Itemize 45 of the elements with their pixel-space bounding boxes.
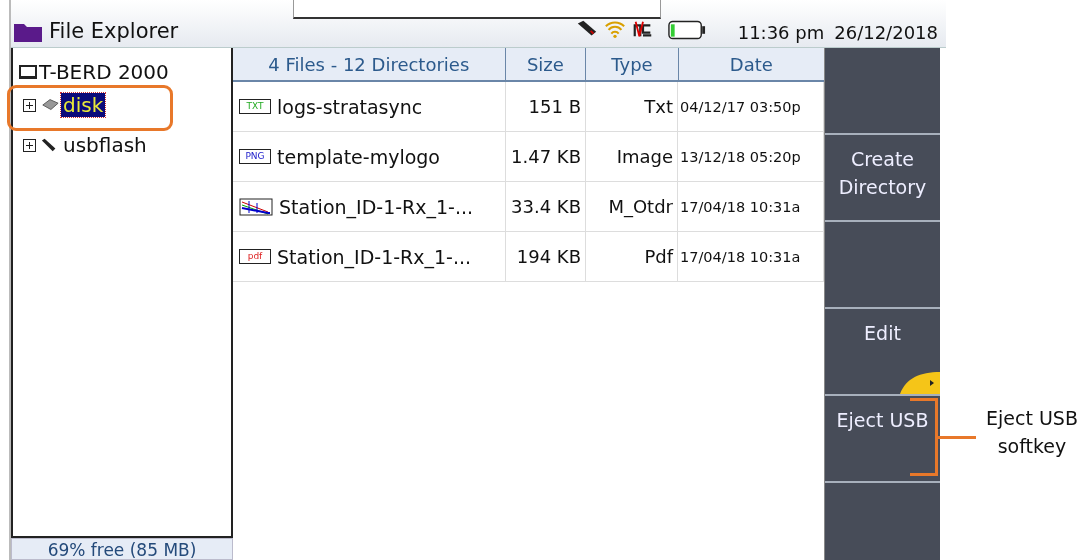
file-size: 151 B	[506, 82, 586, 131]
folder-icon	[13, 21, 43, 43]
file-name[interactable]: logs-stratasync	[277, 95, 423, 118]
clock-time: 11:36 pm	[737, 22, 825, 43]
disk-drive-icon	[41, 97, 59, 113]
softkey[interactable]: Create Directory	[832, 145, 933, 201]
expander-icon[interactable]	[23, 138, 36, 152]
file-name[interactable]: Station_ID-1-Rx_1-...	[277, 245, 472, 268]
column-header[interactable]: 4 Files - 12 Directories	[233, 48, 506, 80]
image-file-icon: PNG	[239, 149, 271, 164]
expander-icon[interactable]	[23, 98, 36, 112]
file-name[interactable]: Station_ID-1-Rx_1-...	[279, 195, 474, 218]
leader-line	[938, 436, 976, 439]
tree-item[interactable]: usbflash	[61, 133, 149, 157]
free-space-label: 69% free (85 MB)	[11, 538, 233, 560]
callout-label: Eject USB softkey	[985, 406, 1079, 459]
file-date: 04/12/17 03:50p	[678, 82, 824, 131]
window-title: File Explorer	[49, 19, 179, 43]
tab-arrow-icon[interactable]	[900, 370, 940, 394]
column-header[interactable]: Date	[678, 48, 824, 80]
no-connection-icon	[631, 19, 654, 39]
file-type: Txt	[586, 82, 678, 131]
file-date: 17/04/18 10:31a	[678, 232, 824, 281]
file-type: Pdf	[586, 232, 678, 281]
text-file-icon: TXT	[239, 99, 271, 114]
tree-item[interactable]: disk	[61, 93, 106, 117]
clock-date: 26/12/2018	[834, 22, 938, 43]
softkey[interactable]: Eject USB	[832, 406, 933, 434]
file-type: M_Otdr	[586, 182, 678, 231]
column-header[interactable]: Type	[586, 48, 679, 80]
file-size: 1.47 KB	[506, 132, 586, 181]
file-date: 13/12/18 05:20p	[678, 132, 824, 181]
file-size: 194 KB	[506, 232, 586, 281]
tree-root[interactable]: T-BERD 2000	[39, 60, 169, 84]
file-name[interactable]: template-mylogo	[277, 145, 440, 168]
pdf-file-icon: pdf	[239, 249, 271, 264]
wifi-icon	[603, 19, 626, 39]
file-date: 17/04/18 10:31a	[678, 182, 824, 231]
file-size: 33.4 KB	[506, 182, 586, 231]
battery-icon	[667, 19, 706, 41]
column-header[interactable]: Size	[505, 48, 587, 80]
trace-file-icon	[239, 197, 273, 216]
file-type: Image	[586, 132, 678, 181]
computer-icon	[19, 64, 37, 80]
softkey[interactable]: Edit	[832, 319, 933, 347]
